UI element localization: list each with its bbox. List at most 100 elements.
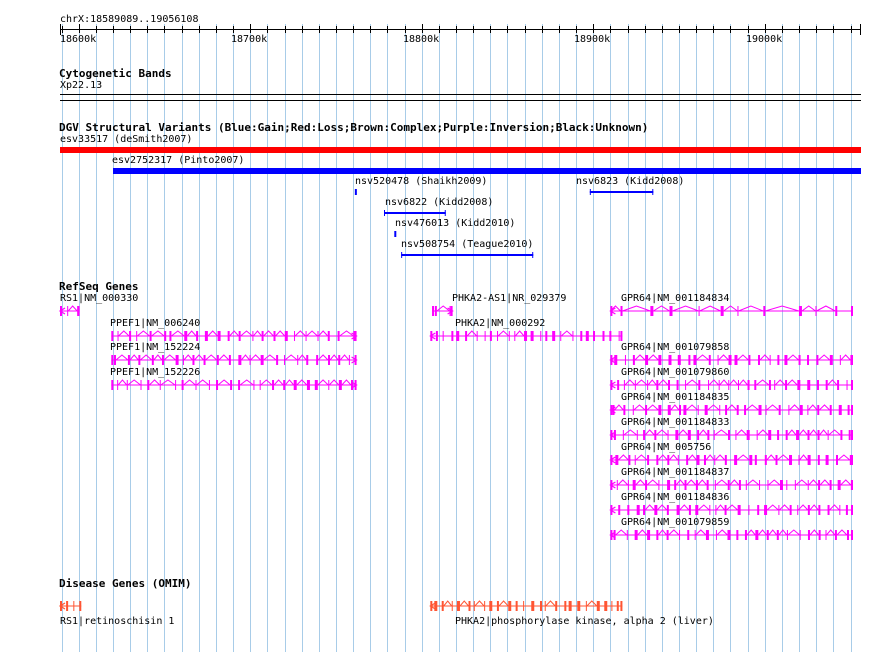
gene-exon [786,480,788,490]
gene-exon [451,331,454,341]
gene-exon [798,355,801,365]
refseq-track-title[interactable]: RefSeq Genes [59,280,138,293]
gene-exon [216,380,219,390]
gene-exon [327,331,330,341]
gene-exon [677,455,679,465]
gene-exon [817,430,820,440]
disease-gene-label[interactable]: RS1|retinoschisin 1 [60,616,174,628]
gene-label[interactable]: PPEF1|NM_152224 [110,342,200,354]
gene-label[interactable]: PPEF1|NM_152226 [110,367,200,379]
gene-exon [126,380,128,390]
gene-label[interactable]: PHKA2|NM_000292 [455,318,545,330]
gene-exon [620,306,623,316]
gene-intron-connector [798,429,808,436]
gene-label[interactable]: GPR64|NM_005756 [621,442,711,454]
gene-exon [784,355,788,365]
gene-exon [66,601,69,611]
gene-exon [835,306,838,316]
gene-exon [827,430,829,440]
gene-exon [848,430,851,440]
gene-label[interactable]: GPR64|NM_001184835 [621,392,729,404]
gene-exon [797,505,799,515]
dgv-feature-label[interactable]: nsv6823 (Kidd2008) [576,176,684,188]
gene-exon [658,480,660,490]
gene-exon [508,601,512,611]
dgv-feature-label[interactable]: esv2752317 (Pinto2007) [112,155,244,167]
gene-intron-connector [194,354,204,361]
gene-intron-connector [714,454,726,461]
gene-exon [238,331,241,341]
gene-exon [306,380,310,390]
ruler-tick-label: 18600k [60,34,97,45]
gene-exon [695,480,698,490]
gene-label[interactable]: GPR64|NM_001079860 [621,367,729,379]
dgv-track-title[interactable]: DGV Structural Variants (Blue:Gain;Red:L… [59,121,648,134]
gene-intron-connector [617,479,629,486]
gene-intron-connector [273,379,284,386]
gene-exon [539,601,542,611]
disease-track-title[interactable]: Disease Genes (OMIM) [59,577,191,590]
gene-label[interactable]: PPEF1|NM_006240 [110,318,200,330]
gene-exon [774,380,776,390]
gene-exon [727,430,730,440]
gene-intron-connector [738,379,748,386]
gene-label[interactable]: RS1|NM_000330 [60,293,138,305]
gene-label[interactable]: GPR64|NM_001079859 [621,517,729,529]
gene-exon [117,380,119,390]
gene-label[interactable]: GPR64|NM_001184834 [621,293,729,305]
gene-intron-connector [687,454,697,461]
gene-exon [351,380,354,390]
gene-intron-connector [697,479,708,486]
gene-label[interactable]: GPR64|NM_001184833 [621,417,729,429]
dgv-feature-label[interactable]: nsv520478 (Shaikh2009) [355,176,487,188]
gene-intron-connector [196,379,210,386]
disease-gene-label[interactable]: PHKA2|phosphorylase kinase, alpha 2 (liv… [455,616,714,628]
gene-exon [667,480,671,490]
ruler-tick-label: 18800k [403,34,440,45]
gene-exon [645,405,648,415]
gene-exon [785,430,788,440]
dgv-feature-label[interactable]: nsv476013 (Kidd2010) [395,218,515,230]
gene-exon [728,380,730,390]
gene-exon [612,405,615,415]
gene-intron-connector [670,404,680,411]
gene-intron-connector [765,305,800,312]
gene-intron-connector [263,330,274,337]
gene-exon [840,430,843,440]
gene-intron-connector [808,479,819,486]
gene-exon [449,306,451,316]
gene-exon [175,355,179,365]
gene-exon [596,601,600,611]
gene-exon [737,380,739,390]
gene-exon [147,380,150,390]
gene-intron-connector [840,354,851,361]
gene-exon [434,601,438,611]
gene-exon [650,306,654,316]
gene-intron-connector [679,504,690,511]
gene-exon [111,355,114,365]
gene-intron-connector [240,330,253,337]
gene-intron-connector [207,330,218,337]
gene-intron-connector [826,529,836,536]
gene-exon [816,355,819,365]
gene-intron-connector [129,354,139,361]
gene-exon [777,355,780,365]
cytoband-track-title[interactable]: Cytogenetic Bands [59,67,172,80]
dgv-feature-label[interactable]: esv33517 (deSmith2007) [60,134,192,146]
gene-exon [73,601,75,611]
gene-exon [623,405,626,415]
gene-label[interactable]: GPR64|NM_001079858 [621,342,729,354]
gene-exon [708,355,711,365]
gene-exon [473,601,475,611]
gene-exon [468,601,471,611]
gene-label[interactable]: PHKA2-AS1|NR_029379 [452,293,566,305]
gene-exon [524,331,528,341]
gene-intron-connector [140,354,153,361]
dgv-feature-label[interactable]: nsv6822 (Kidd2008) [385,197,493,209]
dgv-feature-label[interactable]: nsv508754 (Teague2010) [401,239,533,251]
gene-exon [845,505,848,515]
gene-label[interactable]: GPR64|NM_001184837 [621,467,729,479]
gene-intron-connector [707,404,720,411]
gene-exon [238,355,242,365]
gene-label[interactable]: GPR64|NM_001184836 [621,492,729,504]
